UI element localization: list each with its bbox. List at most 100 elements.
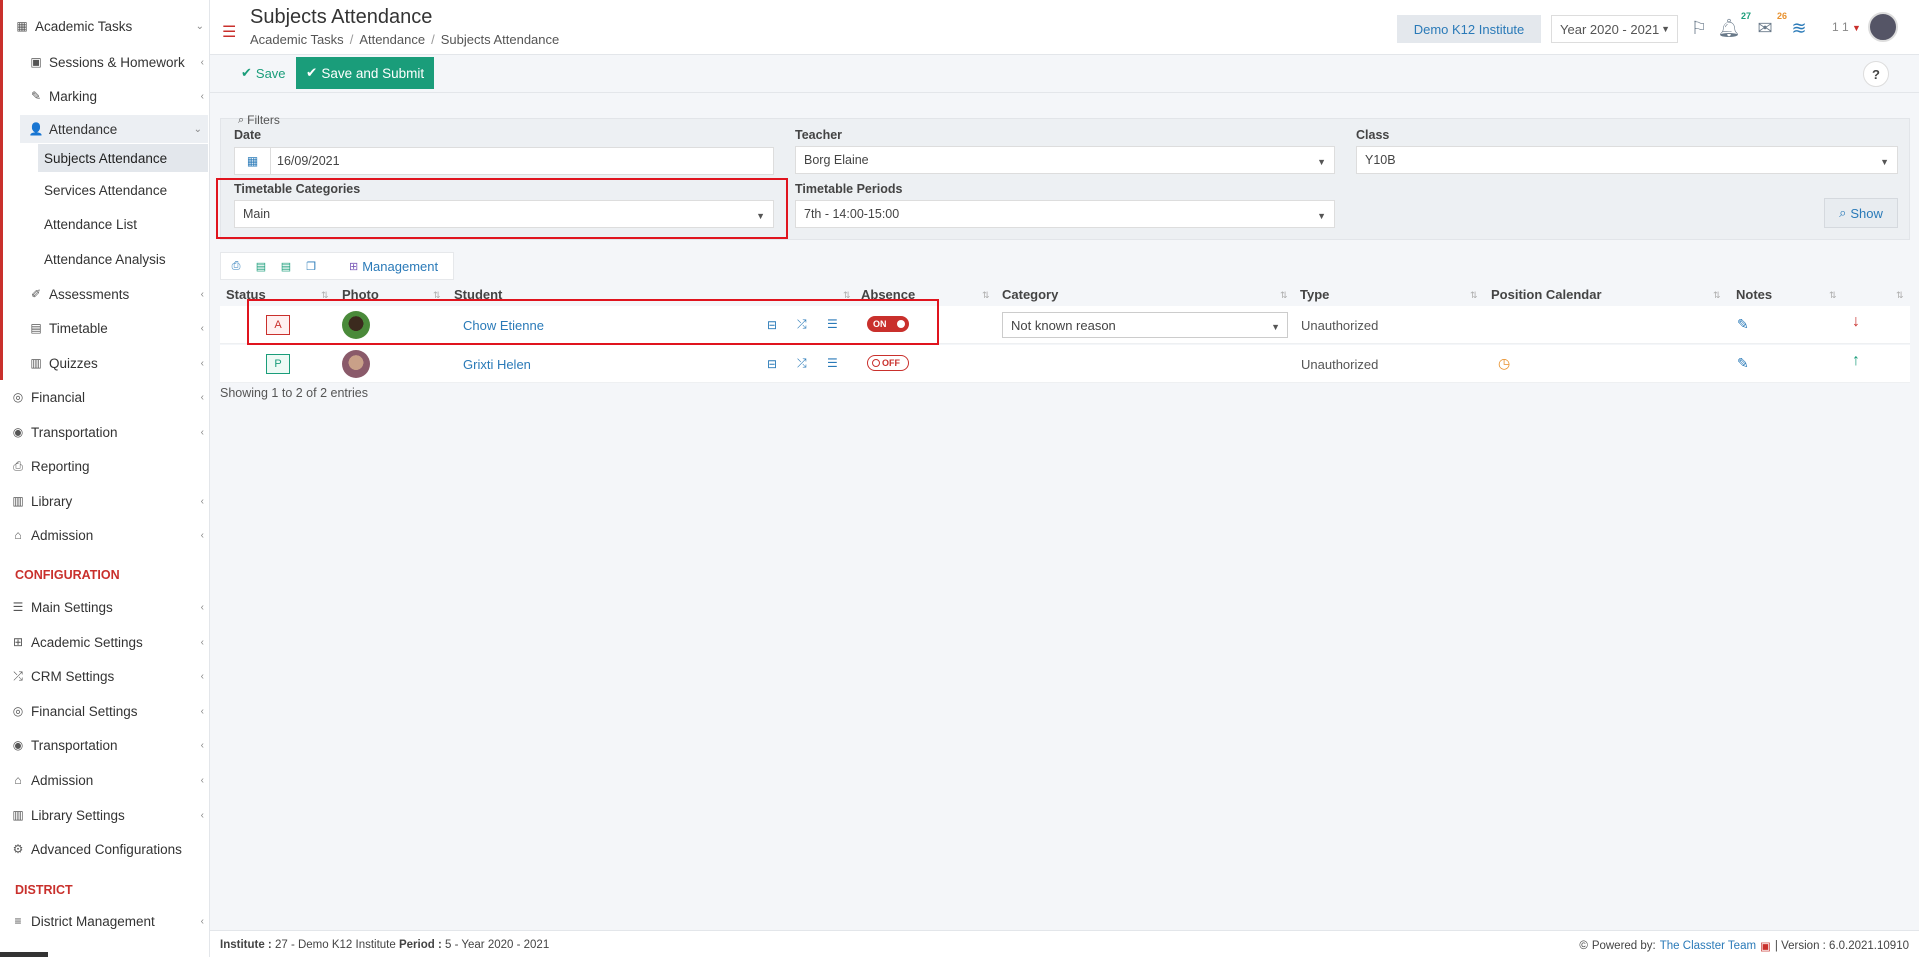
sidebar-item-timetable[interactable]: ▤ Timetable ‹ xyxy=(0,314,210,342)
layers-icon[interactable]: ≋ xyxy=(1787,16,1811,40)
management-label: Management xyxy=(362,258,439,274)
breadcrumb-item[interactable]: Academic Tasks xyxy=(250,32,344,47)
sidebar-item-attendance[interactable]: 👤 Attendance ⌄ xyxy=(20,115,208,143)
edit-notes-icon[interactable]: ✎ xyxy=(1737,316,1749,333)
sort-icon[interactable]: ⇅ xyxy=(1470,290,1478,301)
sort-icon[interactable]: ⇅ xyxy=(1713,290,1721,301)
caret-down-icon: ▼ xyxy=(1317,157,1326,167)
sidebar-item-reporting[interactable]: ⎙ Reporting xyxy=(0,452,210,480)
sort-icon[interactable]: ⇅ xyxy=(843,290,851,301)
help-button[interactable]: ? xyxy=(1863,61,1889,87)
sidebar-item-marking[interactable]: ✎ Marking ‹ xyxy=(0,82,210,110)
csv-export-icon[interactable]: ▤ xyxy=(279,259,293,273)
excel-export-icon[interactable]: ▤ xyxy=(254,259,268,273)
arrow-down-icon[interactable]: ↓ xyxy=(1852,313,1860,331)
powered-by-label: Powered by: xyxy=(1591,940,1656,952)
mail-icon[interactable]: ✉ 26 xyxy=(1753,11,1787,40)
column-header-category[interactable]: Category xyxy=(1002,287,1058,302)
calendar-icon[interactable]: ▦ xyxy=(235,148,271,174)
sidebar-item-academic-settings[interactable]: ⊞ Academic Settings ‹ xyxy=(0,628,210,656)
bus-icon[interactable]: ⊟ xyxy=(767,318,777,332)
printer-icon[interactable]: ⎙ xyxy=(229,259,243,273)
footer-period-label: Period : xyxy=(398,939,442,951)
notification-bell-icon[interactable]: 🔔︎ 27 xyxy=(1717,11,1751,40)
sidebar-item-transportation[interactable]: ◉ Transportation ‹ xyxy=(0,418,210,446)
save-button[interactable]: ✔ Save xyxy=(235,59,292,87)
teacher-select[interactable]: Borg Elaine ▼ xyxy=(795,146,1335,174)
date-field[interactable]: ▦ 16/09/2021 xyxy=(234,147,774,175)
year-select[interactable]: Year 2020 - 2021 ▼ xyxy=(1551,15,1678,43)
sidebar-item-subjects-attendance[interactable]: Subjects Attendance xyxy=(38,144,208,172)
column-header-status[interactable]: Status xyxy=(226,287,266,302)
class-select[interactable]: Y10B ▼ xyxy=(1356,146,1898,174)
chevron-down-icon: ⌄ xyxy=(195,20,204,32)
timetable-periods-select[interactable]: 7th - 14:00-15:00 ▼ xyxy=(795,200,1335,228)
sidebar-item-assessments[interactable]: ✐ Assessments ‹ xyxy=(0,280,210,308)
date-value: 16/09/2021 xyxy=(277,154,340,168)
sidebar-item-admission-settings[interactable]: ⌂ Admission ‹ xyxy=(0,766,210,794)
sort-icon[interactable]: ⇅ xyxy=(433,290,441,301)
status-present-chip[interactable]: P xyxy=(266,354,290,374)
sidebar-item-crm-settings[interactable]: ⤮ CRM Settings ‹ xyxy=(0,662,210,690)
sidebar-item-academic-tasks[interactable]: ▦ Academic Tasks ⌄ xyxy=(0,12,210,40)
sidebar-item-label: CRM Settings xyxy=(31,668,115,684)
classter-team-link[interactable]: The Classter Team xyxy=(1660,940,1756,952)
absence-toggle[interactable]: ON xyxy=(867,316,909,332)
sort-icon[interactable]: ⇅ xyxy=(1280,290,1288,301)
sort-icon[interactable]: ⇅ xyxy=(1896,290,1904,301)
chevron-left-icon: ‹ xyxy=(200,495,204,507)
sidebar-item-district-management[interactable]: ≡ District Management ‹ xyxy=(0,907,210,935)
show-button-label: Show xyxy=(1850,205,1883,221)
student-name-link[interactable]: Grixti Helen xyxy=(463,357,531,372)
column-header-student[interactable]: Student xyxy=(454,287,502,302)
user-avatar[interactable] xyxy=(1868,12,1898,42)
filters-title[interactable]: ⌕ Filters xyxy=(238,113,280,127)
breadcrumb-item[interactable]: Attendance xyxy=(359,32,425,47)
hamburger-menu-icon[interactable]: ☰ xyxy=(222,22,236,42)
column-header-photo[interactable]: Photo xyxy=(342,287,379,302)
sidebar-item-admission[interactable]: ⌂ Admission ‹ xyxy=(0,521,210,549)
edit-notes-icon[interactable]: ✎ xyxy=(1737,355,1749,372)
category-select[interactable]: Not known reason ▼ xyxy=(1002,312,1288,338)
sidebar-item-library-settings[interactable]: ▥ Library Settings ‹ xyxy=(0,801,210,829)
sidebar-item-main-settings[interactable]: ☰ Main Settings ‹ xyxy=(0,593,210,621)
management-button[interactable]: ⊞ Management xyxy=(349,259,438,274)
sidebar-item-financial[interactable]: ◎ Financial ‹ xyxy=(0,383,210,411)
bus-icon[interactable]: ⊟ xyxy=(767,357,777,371)
show-button[interactable]: ⌕ Show xyxy=(1824,198,1898,228)
column-header-absence[interactable]: Absence xyxy=(861,287,915,302)
student-name-link[interactable]: Chow Etienne xyxy=(463,318,544,333)
shuffle-icon[interactable]: ⤮ xyxy=(797,317,807,332)
sort-icon[interactable]: ⇅ xyxy=(982,290,990,301)
column-header-position-calendar[interactable]: Position Calendar xyxy=(1491,287,1602,302)
user-number[interactable]: 1 1 ▼ xyxy=(1832,20,1861,34)
status-absent-chip[interactable]: A xyxy=(266,315,290,335)
sidebar-item-transportation-settings[interactable]: ◉ Transportation ‹ xyxy=(0,731,210,759)
sidebar-item-attendance-analysis[interactable]: Attendance Analysis xyxy=(0,245,210,273)
save-and-submit-button[interactable]: ✔ Save and Submit xyxy=(296,57,435,89)
sidebar-item-attendance-list[interactable]: Attendance List xyxy=(0,210,210,238)
clock-icon[interactable]: ◷ xyxy=(1498,355,1510,372)
sort-icon[interactable]: ⇅ xyxy=(321,290,329,301)
list-icon[interactable]: ☰ xyxy=(827,317,838,331)
sidebar-item-advanced-configurations[interactable]: ⚙ Advanced Configurations xyxy=(0,835,210,863)
sidebar-item-quizzes[interactable]: ▥ Quizzes ‹ xyxy=(0,349,210,377)
list-icon[interactable]: ☰ xyxy=(827,356,838,370)
chevron-left-icon: ‹ xyxy=(200,56,204,68)
sidebar-item-financial-settings[interactable]: ◎ Financial Settings ‹ xyxy=(0,697,210,725)
absence-toggle[interactable]: OFF xyxy=(867,355,909,371)
arrow-up-icon[interactable]: ↑ xyxy=(1852,352,1860,370)
column-header-notes[interactable]: Notes xyxy=(1736,287,1772,302)
copy-icon[interactable]: ❐ xyxy=(304,259,318,273)
institute-button[interactable]: Demo K12 Institute xyxy=(1397,15,1541,43)
sidebar-item-library[interactable]: ▥ Library ‹ xyxy=(0,487,210,515)
sidebar-item-sessions-homework[interactable]: ▣ Sessions & Homework ‹ xyxy=(0,48,210,76)
gift-icon: ▣ xyxy=(1760,941,1771,953)
date-label: Date xyxy=(234,128,262,142)
sidebar-item-services-attendance[interactable]: Services Attendance xyxy=(0,176,210,204)
timetable-categories-select[interactable]: Main ▼ xyxy=(234,200,774,228)
column-header-type[interactable]: Type xyxy=(1300,287,1329,302)
sort-icon[interactable]: ⇅ xyxy=(1829,290,1837,301)
shuffle-icon[interactable]: ⤮ xyxy=(797,356,807,371)
flag-icon[interactable]: ⚐ xyxy=(1687,16,1711,40)
